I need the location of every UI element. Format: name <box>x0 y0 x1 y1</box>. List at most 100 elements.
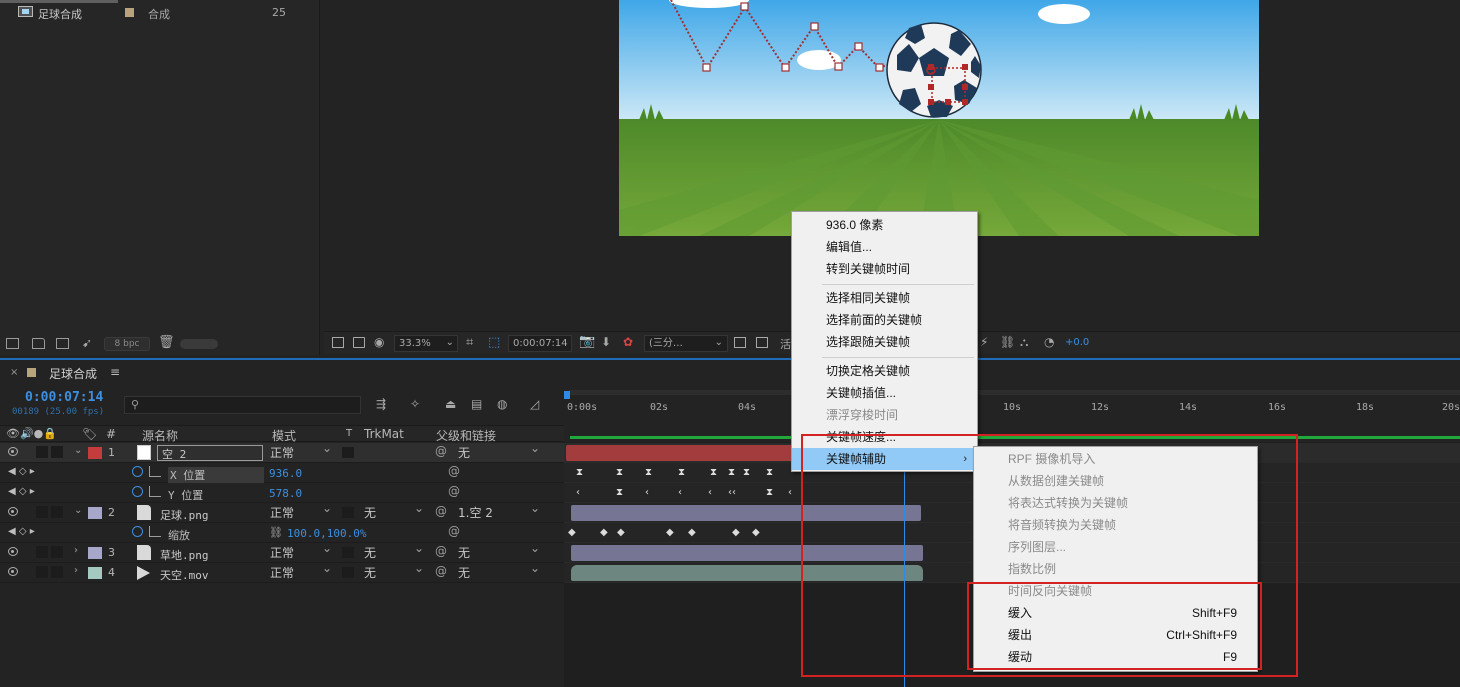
motion-blur-icon[interactable]: ◍ <box>497 397 513 411</box>
blend-mode-dropdown[interactable]: 正常 <box>270 441 336 461</box>
property-value[interactable]: 100.0,100.0% <box>287 527 366 540</box>
keyframe[interactable]: ⧗ <box>616 468 623 478</box>
stopwatch-icon[interactable] <box>132 486 143 497</box>
preserve-transparency-box[interactable] <box>342 547 354 558</box>
channel-rgb-icon[interactable]: ✿ <box>623 335 633 349</box>
project-flowchart-icon[interactable]: ➹ <box>82 336 92 350</box>
layer-label-color[interactable] <box>88 507 102 519</box>
blend-mode-dropdown[interactable]: 正常 <box>270 501 336 521</box>
timeline-tab[interactable]: × 足球合成 ≡ <box>0 362 560 384</box>
keyframe[interactable]: ⧗ <box>616 488 623 498</box>
pick-whip-icon[interactable]: @ <box>435 504 447 518</box>
keyframe[interactable]: ◆ <box>688 528 696 538</box>
zoom-dropdown[interactable]: 33.3% ⌄ <box>394 335 458 352</box>
keyframe[interactable]: ‹ <box>645 488 649 498</box>
property-row[interactable]: ◀ ◇ ▸ Y 位置 578.0 @ <box>0 483 564 503</box>
keyframe[interactable]: ⧗ <box>743 468 750 478</box>
bit-depth-button[interactable]: 8 bpc <box>104 337 150 351</box>
stopwatch-icon[interactable] <box>132 526 143 537</box>
new-folder-icon[interactable] <box>32 338 45 349</box>
menu-item-value[interactable]: 936.0 像素 <box>792 214 977 236</box>
layer-duration-bar[interactable] <box>566 445 802 461</box>
trash-icon[interactable]: 🗑 <box>158 335 175 350</box>
pick-whip-icon[interactable]: @ <box>448 464 460 478</box>
keyframe[interactable]: ⧗ <box>766 488 773 498</box>
layer-name[interactable]: 草地.png <box>160 547 209 563</box>
menu-item-easy-ease-in[interactable]: 缓入 Shift+F9 <box>974 602 1257 624</box>
current-time-indicator[interactable] <box>904 442 905 687</box>
keyframe[interactable]: ◆ <box>600 528 608 538</box>
label-color-swatch[interactable] <box>125 8 134 17</box>
property-value[interactable]: 578.0 <box>269 487 302 500</box>
layer-switch-boxes[interactable] <box>36 546 66 558</box>
keyframe[interactable]: ⧗ <box>678 468 685 478</box>
twirl-icon[interactable]: › <box>74 565 78 576</box>
thumbnail-slider[interactable] <box>180 339 218 349</box>
transparency-grid-icon[interactable] <box>756 337 768 348</box>
keyframe[interactable]: ◆ <box>666 528 674 538</box>
keyframe[interactable]: ◆ <box>568 528 576 538</box>
layer-label-color[interactable] <box>88 567 102 579</box>
layer-search-input[interactable]: ⚲ <box>124 396 361 414</box>
pick-whip-icon[interactable]: @ <box>435 564 447 578</box>
mask-visibility-icon[interactable]: ◉ <box>374 335 384 349</box>
layer-label-color[interactable] <box>88 547 102 559</box>
visibility-eye-icon[interactable] <box>8 507 18 516</box>
parent-dropdown[interactable]: 无 <box>458 541 544 561</box>
pick-whip-icon[interactable]: @ <box>435 444 447 458</box>
menu-item-easy-ease[interactable]: 缓动 F9 <box>974 646 1257 668</box>
composition-canvas[interactable] <box>619 0 1259 236</box>
shy-layers-icon[interactable]: ⏏ <box>445 397 461 411</box>
keyframe[interactable]: ◆ <box>732 528 740 538</box>
stopwatch-icon[interactable] <box>132 466 143 477</box>
graph-icon[interactable] <box>149 526 161 537</box>
parent-dropdown[interactable]: 无 <box>458 561 544 581</box>
keyframe[interactable]: ‹ <box>708 488 712 498</box>
timeline-toggle-icon[interactable]: ⛓ <box>1000 335 1015 349</box>
menu-item-toggle-hold-keyframe[interactable]: 切换定格关键帧 <box>792 360 977 382</box>
keyframe[interactable]: ⧗ <box>645 468 652 478</box>
pick-whip-icon[interactable]: @ <box>448 524 460 538</box>
layer-switch-boxes[interactable] <box>36 506 66 518</box>
constrain-link-icon[interactable]: ⛓ <box>269 526 283 539</box>
layer-duration-bar[interactable] <box>571 545 923 561</box>
menu-item-easy-ease-out[interactable]: 缓出 Ctrl+Shift+F9 <box>974 624 1257 646</box>
property-row[interactable]: ◀ ◇ ▸ X 位置 936.0 @ <box>0 463 564 483</box>
active-camera-label[interactable]: 活 <box>780 336 791 352</box>
keyframe[interactable]: ⧗ <box>710 468 717 478</box>
menu-item-keyframe-assistant[interactable]: 关键帧辅助 › <box>792 448 977 470</box>
graph-icon[interactable] <box>149 486 161 497</box>
safe-zones-icon[interactable]: ⌗ <box>466 335 473 350</box>
graph-editor-icon[interactable]: ◿ <box>530 397 546 411</box>
panel-menu-icon[interactable]: ≡ <box>110 365 120 379</box>
menu-item-edit-value[interactable]: 编辑值... <box>792 236 977 258</box>
work-area-start-handle[interactable] <box>564 391 570 399</box>
timeline-tab-title[interactable]: 足球合成 <box>49 365 97 382</box>
interpret-footage-icon[interactable] <box>6 338 19 349</box>
preserve-transparency-box[interactable] <box>342 447 354 458</box>
keyframe[interactable]: ‹ <box>788 488 792 498</box>
show-snapshot-icon[interactable]: ⬇ <box>601 335 611 349</box>
flowchart-icon[interactable]: ⛬ <box>1020 335 1028 350</box>
frame-blending-icon[interactable]: ▤ <box>471 397 487 411</box>
layer-name[interactable]: 天空.mov <box>160 567 209 583</box>
keyframe[interactable]: ‹ <box>576 488 580 498</box>
keyframe[interactable]: ‹ <box>678 488 682 498</box>
layer-row[interactable]: › 3 草地.png 正常 无 @ 无 <box>0 541 564 563</box>
viewer-timecode[interactable]: 0:00:07:14 <box>508 335 572 352</box>
always-preview-icon[interactable] <box>332 337 344 348</box>
keyframe-navigator[interactable]: ◀ ◇ ▸ <box>8 466 35 477</box>
work-area-bar[interactable] <box>568 390 1460 395</box>
layer-name[interactable]: 足球.png <box>160 507 209 523</box>
preserve-transparency-box[interactable] <box>342 507 354 518</box>
resolution-dropdown[interactable]: (三分… ⌄ <box>644 335 728 352</box>
keyframe[interactable]: ⧗ <box>728 468 735 478</box>
source-name-column-header[interactable]: 源名称 <box>142 427 178 444</box>
trkmat-dropdown[interactable]: 无 <box>364 501 428 521</box>
new-composition-icon[interactable] <box>56 338 69 349</box>
preserve-transparency-box[interactable] <box>342 567 354 578</box>
menu-item-select-following-keyframes[interactable]: 选择跟随关键帧 <box>792 331 977 353</box>
property-row[interactable]: ◀ ◇ ▸ 缩放 ⛓ 100.0,100.0% @ <box>0 523 564 543</box>
snapshot-camera-icon[interactable]: 📷 <box>579 334 595 349</box>
layer-switch-boxes[interactable] <box>36 566 66 578</box>
